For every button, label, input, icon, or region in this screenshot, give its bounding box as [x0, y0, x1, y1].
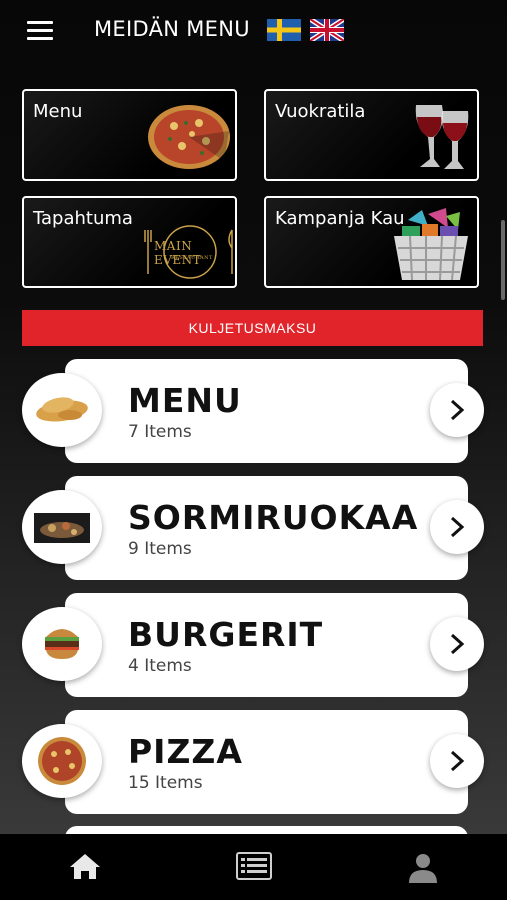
- category-name: BURGERIT: [128, 615, 324, 654]
- tile-label: Vuokratila: [275, 101, 366, 122]
- category-name: SORMIRUOKAA: [128, 498, 419, 537]
- category-count: 15 Items: [128, 773, 203, 793]
- category-card: [65, 710, 468, 814]
- category-card: [65, 359, 468, 463]
- top-bar: MEIDÄN MENU: [0, 0, 507, 62]
- home-icon[interactable]: [68, 852, 102, 880]
- tile-kampanja[interactable]: Kampanja Kau: [264, 196, 479, 288]
- tile-label: Menu: [33, 101, 83, 122]
- tile-vuokratila[interactable]: Vuokratila: [264, 89, 479, 181]
- category-row-burgerit[interactable]: BURGERIT 4 Items: [22, 593, 484, 697]
- category-name: PIZZA: [128, 732, 243, 771]
- category-name: MENU: [128, 381, 242, 420]
- tile-label: Tapahtuma: [33, 208, 133, 229]
- category-count: 9 Items: [128, 539, 192, 559]
- category-row-pizza[interactable]: PIZZA 15 Items: [22, 710, 484, 814]
- main-event-logo-subtext: RESTAURANT: [171, 255, 213, 261]
- fried-fish-thumbnail: [22, 373, 102, 447]
- delivery-fee-bar[interactable]: KULJETUSMAKSU: [22, 310, 483, 346]
- category-count: 7 Items: [128, 422, 192, 442]
- category-row-menu[interactable]: MENU 7 Items: [22, 359, 484, 463]
- chevron-right-icon[interactable]: [430, 383, 484, 437]
- page-title: MEIDÄN MENU: [94, 17, 250, 41]
- pizza-image: [148, 105, 230, 169]
- chevron-right-icon[interactable]: [430, 617, 484, 671]
- menu-list-icon[interactable]: [236, 852, 272, 880]
- category-count: 4 Items: [128, 656, 192, 676]
- tile-menu[interactable]: Menu: [22, 89, 237, 181]
- chevron-right-icon[interactable]: [430, 734, 484, 788]
- hamburger-menu-icon[interactable]: [27, 21, 53, 41]
- scrollbar[interactable]: [501, 220, 505, 300]
- bottom-navigation: [0, 834, 507, 900]
- sv-flag-icon[interactable]: [267, 19, 301, 41]
- burger-thumbnail: [22, 607, 102, 681]
- finger-food-thumbnail: [22, 490, 102, 564]
- category-row-sormiruokaa[interactable]: SORMIRUOKAA 9 Items: [22, 476, 484, 580]
- tile-label: Kampanja Kau: [275, 208, 405, 229]
- chevron-right-icon[interactable]: [430, 500, 484, 554]
- main-event-logo-text: MAIN EVENT: [154, 239, 202, 267]
- profile-icon[interactable]: [407, 852, 439, 884]
- wine-glasses-image: [415, 105, 469, 169]
- uk-flag-icon[interactable]: [310, 19, 344, 41]
- tile-tapahtuma[interactable]: Tapahtuma MAIN EVENT RESTAURANT: [22, 196, 237, 288]
- pizza-thumbnail: [22, 724, 102, 798]
